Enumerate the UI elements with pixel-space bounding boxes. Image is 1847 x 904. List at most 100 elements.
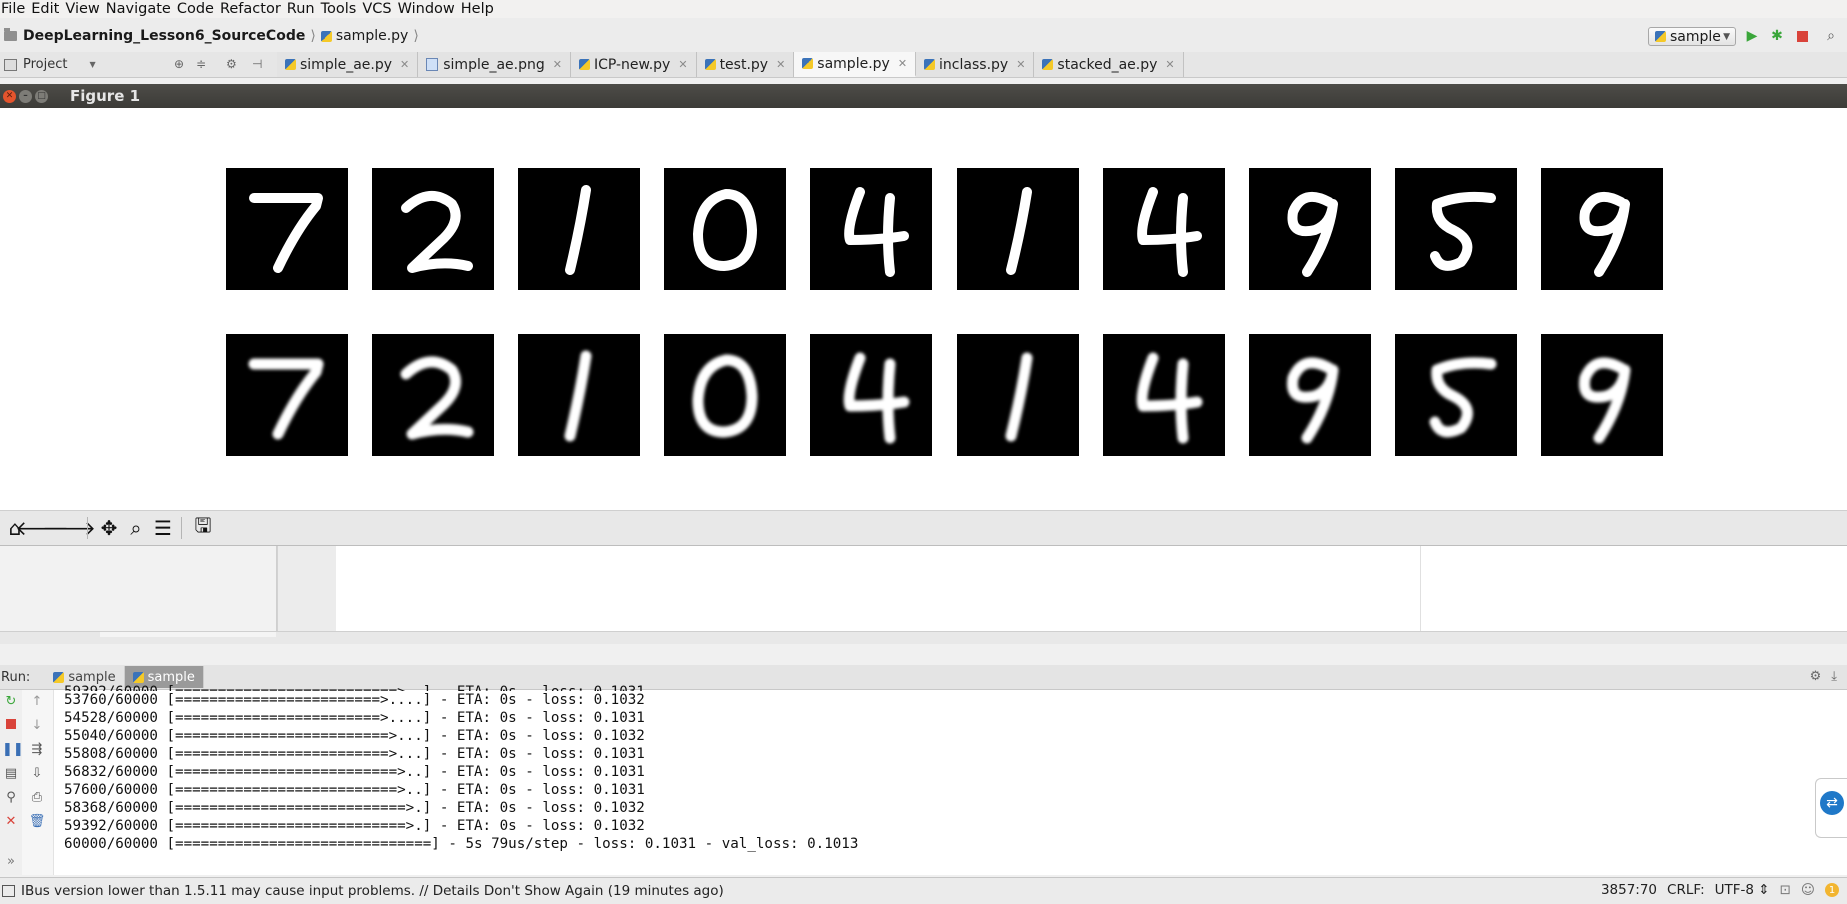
tab-icp-new-py[interactable]: ICP-new.py ✕ (570, 52, 697, 77)
gear-icon[interactable]: ⚙ (226, 57, 237, 71)
close-icon[interactable]: ✕ (400, 58, 409, 71)
console-line: 53760/60000 [========================>..… (64, 692, 645, 708)
digit-stroke-svg (843, 352, 910, 444)
line-separator[interactable]: CRLF: (1667, 882, 1705, 898)
menu-navigate[interactable]: Navigate (106, 1, 177, 17)
search-icon[interactable]: ⌕ (1822, 27, 1840, 45)
editor-text[interactable] (336, 544, 1421, 631)
hide-panel-icon[interactable]: ⊣ (252, 57, 262, 71)
tab-stacked-ae-py[interactable]: stacked_ae.py ✕ (1034, 52, 1184, 77)
stop-icon[interactable] (1793, 27, 1811, 45)
close-icon[interactable]: ✕ (1016, 58, 1025, 71)
restore-layout-icon[interactable]: ▤ (2, 766, 20, 781)
file-encoding-label: UTF-8 (1714, 882, 1754, 898)
breadcrumb-separator-icon: ⟩ (310, 28, 316, 44)
soft-wrap-icon[interactable]: ⇶ (28, 742, 46, 757)
menu-refactor[interactable]: Refactor (220, 1, 287, 17)
image-file-icon (426, 58, 439, 71)
notification-icon[interactable]: 1 (1825, 883, 1839, 897)
maximize-window-icon[interactable]: □ (35, 89, 48, 103)
lock-icon[interactable]: ⊡ (1780, 882, 1791, 898)
save-icon[interactable]: 🖫 (191, 513, 215, 541)
menu-edit[interactable]: Edit (31, 1, 65, 17)
digit-stroke-svg (249, 193, 323, 273)
menu-file[interactable]: File (1, 1, 31, 17)
figure-titlebar[interactable]: ✕ – □ Figure 1 (0, 84, 1847, 108)
project-tree (0, 544, 277, 631)
more-icon[interactable]: » (2, 854, 20, 869)
menu-run[interactable]: Run (287, 1, 321, 17)
digit-stroke-svg (1286, 357, 1339, 444)
folder-icon (4, 28, 17, 41)
forward-icon[interactable]: 🡒 (42, 515, 96, 541)
stop-icon[interactable] (2, 718, 20, 733)
menu-help[interactable]: Help (461, 1, 500, 17)
tab-inclass-py[interactable]: inclass.py ✕ (916, 52, 1035, 77)
reconstructed-digit-image (372, 334, 494, 456)
close-icon[interactable]: ✕ (1165, 58, 1174, 71)
rerun-icon[interactable]: ↻ (2, 694, 20, 709)
breadcrumb-file[interactable]: sample.py (336, 28, 409, 44)
menu-tools[interactable]: Tools (321, 1, 363, 17)
digit-stroke-svg (1578, 357, 1631, 444)
python-run-icon (132, 671, 144, 683)
tab-simple-ae-png[interactable]: simple_ae.png ✕ (418, 52, 571, 77)
file-encoding[interactable]: UTF-8 ⇕ (1715, 882, 1770, 898)
status-message[interactable]: IBus version lower than 1.5.11 may cause… (21, 883, 724, 899)
menu-code[interactable]: Code (177, 1, 220, 17)
digit-stroke-svg (844, 187, 909, 277)
digit-stroke-svg (1005, 352, 1033, 442)
run-icon[interactable]: ▶ (1743, 27, 1761, 45)
pause-icon[interactable]: ❚❚ (2, 742, 24, 757)
project-panel-header[interactable]: Project ▼ (4, 57, 96, 72)
locate-icon[interactable]: ⊕ (174, 57, 184, 71)
menu-vcs[interactable]: VCS (362, 1, 397, 17)
close-icon[interactable]: ✕ (2, 814, 20, 829)
run-toolbar: ↻ ❚❚ ▤ ⚲ ✕ » (0, 690, 24, 875)
reconstructed-digit-image (957, 334, 1079, 456)
tab-simple-ae-py[interactable]: simple_ae.py ✕ (277, 52, 419, 77)
scroll-to-end-icon[interactable]: ⇩ (28, 766, 46, 781)
tab-test-py[interactable]: test.py ✕ (696, 52, 795, 77)
scrollbar-thumb[interactable] (100, 632, 276, 637)
tool-window-toggle-icon[interactable] (2, 885, 15, 897)
run-configuration-select[interactable]: sample ▼ (1648, 27, 1736, 46)
close-window-icon[interactable]: ✕ (3, 89, 16, 103)
python-file-icon (1042, 59, 1054, 70)
menu-window[interactable]: Window (398, 1, 461, 17)
hide-panel-icon[interactable]: ⤓ (1831, 669, 1837, 684)
digit-stroke-svg (401, 191, 473, 273)
debug-icon[interactable]: ✱ (1768, 27, 1786, 45)
pin-icon[interactable]: ⚲ (2, 790, 20, 805)
run-label: Run: (1, 669, 31, 685)
print-icon[interactable]: ⎙ (28, 790, 46, 805)
caret-position[interactable]: 3857:70 (1601, 882, 1657, 898)
zoom-icon[interactable]: ⌕ (124, 515, 148, 541)
down-arrow-icon[interactable]: ↓ (28, 718, 46, 733)
inspector-icon[interactable]: ☺ (1801, 882, 1815, 898)
digit-stroke-svg (248, 358, 324, 440)
run-panel-tools: ⚙ ⤓ (1810, 669, 1837, 684)
pan-icon[interactable]: ✥ (97, 515, 121, 541)
collapse-icon[interactable]: ≑ (196, 57, 206, 71)
close-icon[interactable]: ✕ (898, 57, 907, 70)
horizontal-splitter[interactable] (0, 631, 1847, 644)
digit-stroke-svg (1579, 191, 1630, 277)
toolbar-divider (87, 517, 88, 539)
breadcrumb-project[interactable]: DeepLearning_Lesson6_SourceCode (23, 28, 305, 44)
close-icon[interactable]: ✕ (776, 58, 785, 71)
digit-stroke-svg (692, 354, 758, 438)
figure-title: Figure 1 (70, 87, 141, 105)
figure-toolbar: ⌂ 🡐 🡒 ✥ ⌕ ☰ 🖫 (0, 510, 1847, 546)
gear-icon[interactable]: ⚙ (1810, 669, 1822, 684)
tab-sample-py[interactable]: sample.py ✕ (794, 52, 917, 77)
teamviewer-widget[interactable]: ⇄ (1815, 778, 1847, 838)
minimize-window-icon[interactable]: – (19, 89, 32, 103)
menu-view[interactable]: View (65, 1, 105, 17)
up-arrow-icon[interactable]: ↑ (28, 694, 46, 709)
trash-icon[interactable]: 🗑 (28, 814, 46, 829)
close-icon[interactable]: ✕ (553, 58, 562, 71)
close-icon[interactable]: ✕ (678, 58, 687, 71)
configure-subplots-icon[interactable]: ☰ (151, 515, 175, 541)
reconstructed-digit-image (664, 334, 786, 456)
